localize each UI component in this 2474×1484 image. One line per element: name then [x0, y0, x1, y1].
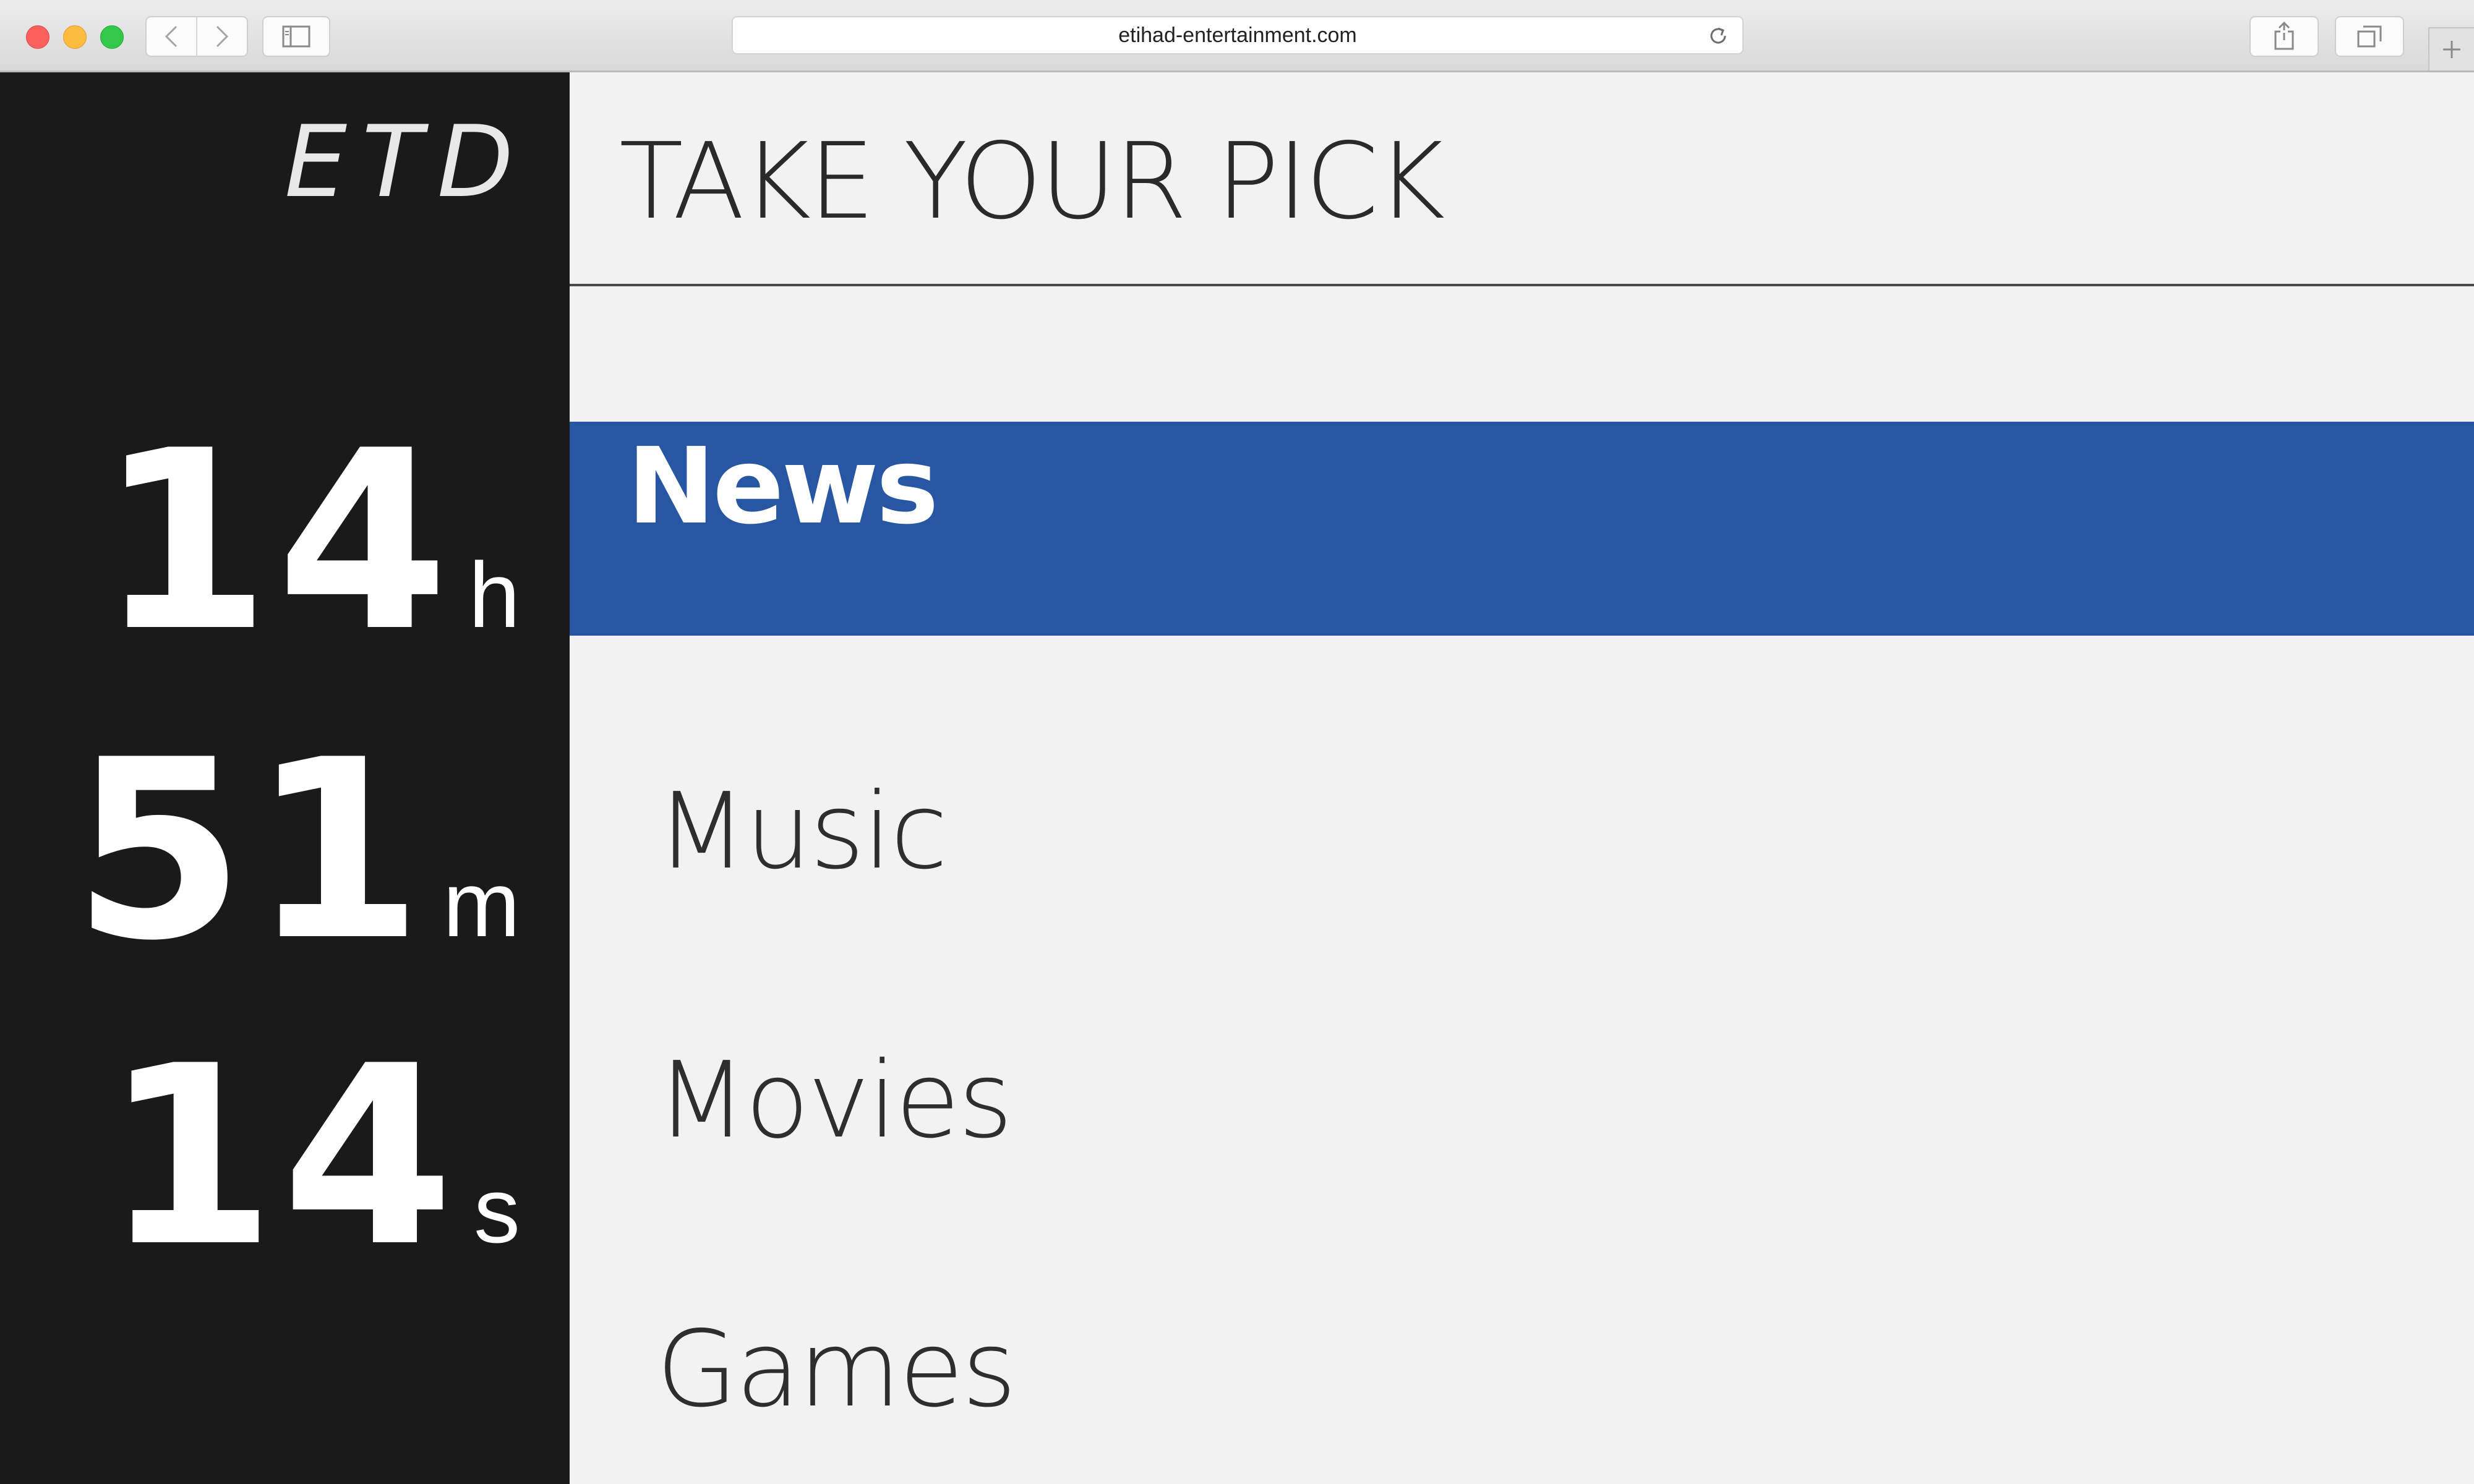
main-content: TAKE YOUR PICK News Music Movies Games: [570, 72, 2474, 1484]
url-text: etihad-entertainment.com: [1118, 23, 1357, 47]
etd-logo: ETD: [285, 104, 529, 220]
timer-hours-unit: h: [468, 543, 520, 647]
navigation-buttons: [145, 16, 248, 57]
menu-item-news[interactable]: News: [570, 422, 2474, 636]
menu-item-movies[interactable]: Movies: [570, 957, 2474, 1171]
plus-icon: [2443, 41, 2460, 58]
timer-hours: 14 h: [98, 419, 520, 666]
tabs-icon: [2357, 25, 2382, 48]
maximize-window-button[interactable]: [100, 25, 124, 49]
address-bar[interactable]: etihad-entertainment.com: [732, 16, 1744, 54]
share-icon: [2274, 22, 2294, 50]
share-button[interactable]: [2249, 16, 2319, 57]
menu-item-label: Music: [656, 770, 948, 893]
timer-hours-value: 14: [98, 398, 455, 686]
browser-toolbar: etihad-entertainment.com: [0, 0, 2474, 72]
sidebar: ETD 14 h 51 m 14 s: [0, 72, 570, 1484]
timer-seconds-unit: s: [474, 1158, 520, 1262]
menu-item-label: Games: [656, 1308, 1017, 1431]
sidebar-icon: [282, 25, 310, 48]
menu-item-games[interactable]: Games: [570, 1226, 2474, 1439]
timer-minutes-value: 51: [72, 707, 430, 995]
new-tab-button[interactable]: [2428, 27, 2474, 70]
menu-item-label: News: [627, 425, 939, 548]
timer-minutes-unit: m: [443, 852, 520, 956]
chevron-left-icon: [165, 25, 178, 48]
page-title: TAKE YOUR PICK: [619, 121, 1445, 243]
close-window-button[interactable]: [26, 25, 49, 49]
timer-seconds: 14 s: [103, 1034, 520, 1281]
minimize-window-button[interactable]: [63, 25, 87, 49]
page-header: TAKE YOUR PICK: [570, 72, 2474, 286]
forward-button[interactable]: [196, 17, 247, 56]
timer-seconds-value: 14: [103, 1013, 460, 1301]
chevron-right-icon: [216, 25, 229, 48]
menu-item-music[interactable]: Music: [570, 688, 2474, 902]
sidebar-toggle-button[interactable]: [262, 16, 330, 57]
reload-icon[interactable]: [1708, 25, 1729, 46]
back-button[interactable]: [147, 17, 196, 56]
menu-item-label: Movies: [656, 1039, 1013, 1162]
show-tabs-button[interactable]: [2335, 16, 2404, 57]
timer-minutes: 51 m: [72, 728, 520, 975]
